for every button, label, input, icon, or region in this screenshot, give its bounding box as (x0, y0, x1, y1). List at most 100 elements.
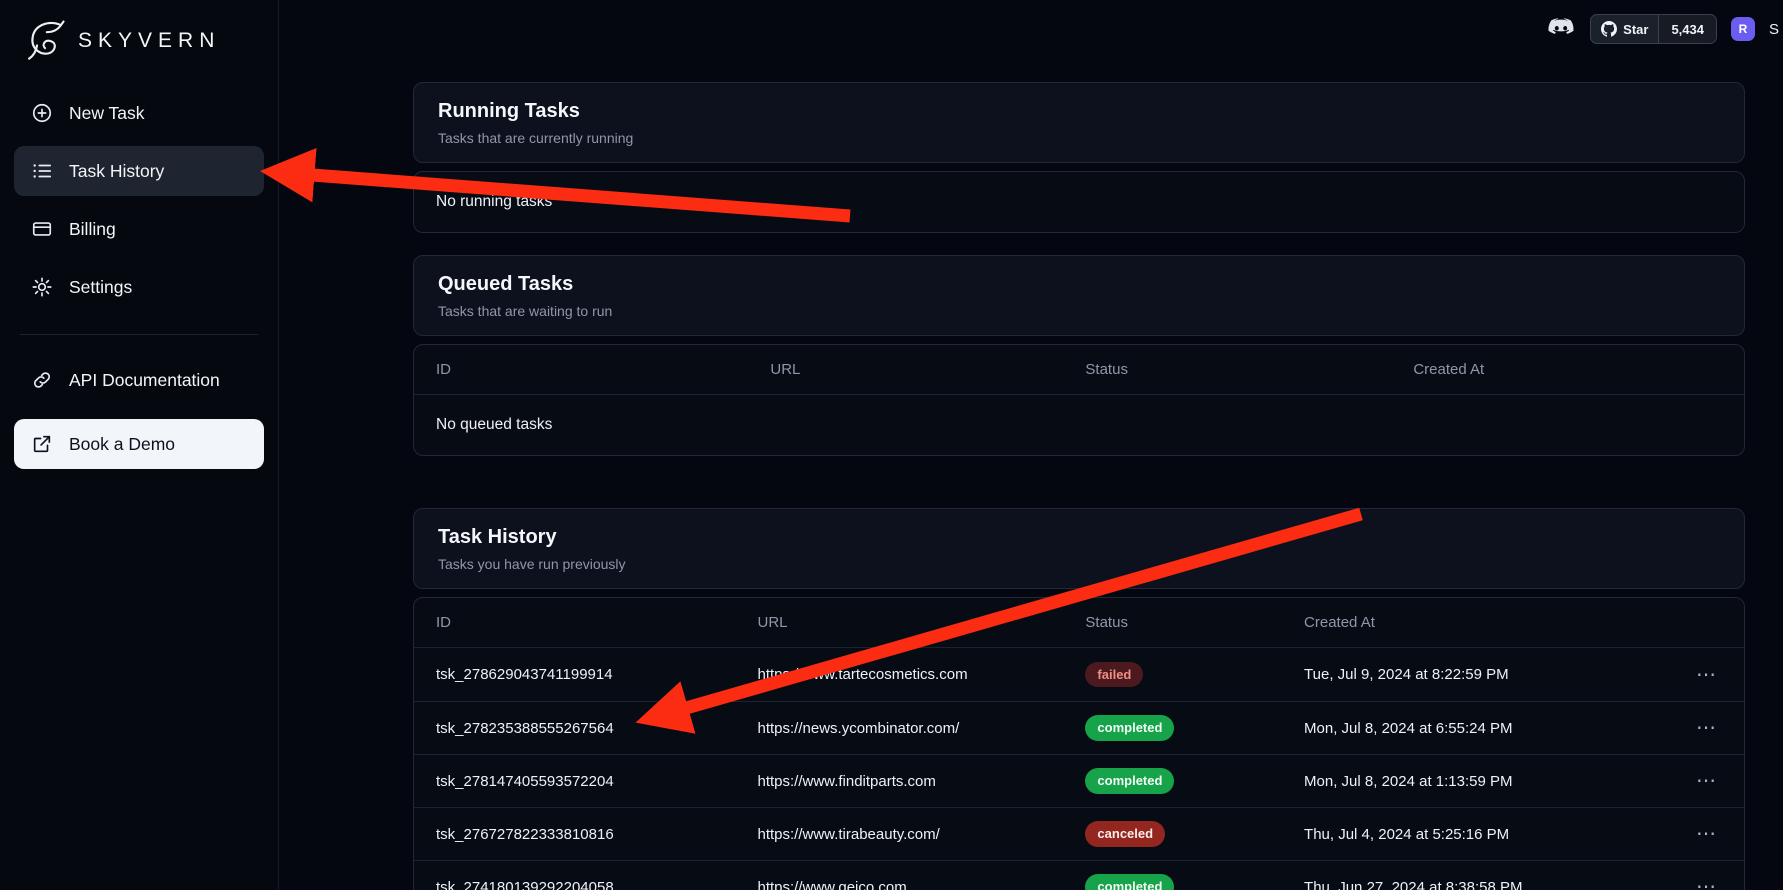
task-actions-cell: ⋯ (1671, 716, 1722, 740)
queued-table-header-row: ID URL Status Created At (414, 345, 1744, 395)
column-header-url: URL (770, 361, 1085, 378)
running-tasks-table: No running tasks (413, 171, 1745, 233)
book-a-demo-label: Book a Demo (69, 434, 175, 455)
sidebar-item-billing[interactable]: Billing (14, 204, 264, 254)
task-status-cell: completed (1085, 874, 1304, 890)
task-url-cell: https://www.tirabeauty.com/ (758, 826, 1086, 843)
sidebar-item-label: Billing (69, 219, 116, 240)
gear-icon (30, 275, 54, 299)
column-header-status: Status (1085, 614, 1304, 631)
task-url-cell: https://news.ycombinator.com/ (758, 720, 1086, 737)
task-url-cell: https://www.geico.com (758, 879, 1086, 890)
task-url-cell: https://www.tartecosmetics.com (758, 666, 1086, 683)
running-tasks-empty: No running tasks (414, 172, 1744, 232)
column-header-created-at: Created At (1304, 614, 1671, 631)
sidebar-item-label: New Task (69, 103, 145, 124)
history-rows: tsk_278629043741199914https://www.tartec… (414, 648, 1744, 890)
section-subtitle: Tasks you have run previously (438, 556, 1720, 572)
task-row[interactable]: tsk_278629043741199914https://www.tartec… (414, 648, 1744, 701)
task-created-cell: Tue, Jul 9, 2024 at 8:22:59 PM (1304, 666, 1671, 683)
queued-tasks-header: Queued Tasks Tasks that are waiting to r… (413, 255, 1745, 336)
github-star-count[interactable]: 5,434 (1658, 15, 1716, 43)
link-icon (30, 368, 54, 392)
task-actions-cell: ⋯ (1671, 822, 1722, 846)
task-created-cell: Thu, Jun 27, 2024 at 8:38:58 PM (1304, 879, 1671, 890)
row-actions-button[interactable]: ⋯ (1690, 875, 1722, 890)
sidebar-item-label: Settings (69, 277, 132, 298)
task-created-cell: Thu, Jul 4, 2024 at 5:25:16 PM (1304, 826, 1671, 843)
sidebar-item-api-documentation[interactable]: API Documentation (14, 355, 264, 405)
github-star-button[interactable]: Star (1591, 15, 1658, 43)
running-tasks-section: Running Tasks Tasks that are currently r… (413, 82, 1745, 233)
external-link-icon (30, 432, 54, 456)
plus-circle-icon (30, 101, 54, 125)
row-actions-button[interactable]: ⋯ (1690, 769, 1722, 793)
status-badge: completed (1085, 715, 1174, 741)
sidebar: SKYVERN New Task Task History (0, 0, 279, 890)
sidebar-divider (20, 334, 258, 335)
column-header-id: ID (436, 614, 758, 631)
section-subtitle: Tasks that are waiting to run (438, 303, 1720, 319)
github-star-label: Star (1623, 22, 1648, 37)
row-actions-button[interactable]: ⋯ (1690, 663, 1722, 687)
status-badge: completed (1085, 768, 1174, 794)
task-row[interactable]: tsk_278235388555267564https://news.ycomb… (414, 701, 1744, 754)
section-title: Queued Tasks (438, 273, 1720, 296)
topbar: Star 5,434 R S (1546, 14, 1783, 44)
column-header-url: URL (758, 614, 1086, 631)
sidebar-item-settings[interactable]: Settings (14, 262, 264, 312)
task-id-cell: tsk_274180139292204058 (436, 879, 758, 890)
credit-card-icon (30, 217, 54, 241)
task-row[interactable]: tsk_278147405593572204https://www.findit… (414, 754, 1744, 807)
task-created-cell: Mon, Jul 8, 2024 at 6:55:24 PM (1304, 720, 1671, 737)
task-url-cell: https://www.finditparts.com (758, 773, 1086, 790)
section-title: Task History (438, 526, 1720, 549)
column-header-status: Status (1085, 361, 1413, 378)
task-status-cell: failed (1085, 662, 1304, 688)
running-tasks-header: Running Tasks Tasks that are currently r… (413, 82, 1745, 163)
row-actions-button[interactable]: ⋯ (1690, 716, 1722, 740)
skyvern-dragon-logo-icon (22, 18, 68, 64)
history-table-header-row: ID URL Status Created At (414, 598, 1744, 648)
app-root: SKYVERN New Task Task History (0, 0, 1783, 890)
task-status-cell: completed (1085, 715, 1304, 741)
sidebar-item-label: Task History (69, 161, 164, 182)
task-id-cell: tsk_276727822333810816 (436, 826, 758, 843)
task-id-cell: tsk_278629043741199914 (436, 666, 758, 683)
task-actions-cell: ⋯ (1671, 663, 1722, 687)
user-avatar-initial: R (1739, 22, 1748, 36)
task-history-table: ID URL Status Created At tsk_27862904374… (413, 597, 1745, 890)
user-name-truncated: S (1769, 21, 1783, 38)
book-a-demo-button[interactable]: Book a Demo (14, 419, 264, 469)
user-avatar[interactable]: R (1731, 17, 1755, 41)
task-status-cell: canceled (1085, 821, 1304, 847)
task-id-cell: tsk_278147405593572204 (436, 773, 758, 790)
task-actions-cell: ⋯ (1671, 875, 1722, 890)
task-status-cell: completed (1085, 768, 1304, 794)
row-actions-button[interactable]: ⋯ (1690, 822, 1722, 846)
section-title: Running Tasks (438, 100, 1720, 123)
sidebar-item-label: API Documentation (69, 370, 220, 391)
queued-tasks-section: Queued Tasks Tasks that are waiting to r… (413, 255, 1745, 456)
task-created-cell: Mon, Jul 8, 2024 at 1:13:59 PM (1304, 773, 1671, 790)
discord-icon[interactable] (1546, 18, 1576, 41)
sidebar-item-new-task[interactable]: New Task (14, 88, 264, 138)
task-id-cell: tsk_278235388555267564 (436, 720, 758, 737)
sidebar-item-task-history[interactable]: Task History (14, 146, 264, 196)
task-row[interactable]: tsk_274180139292204058https://www.geico.… (414, 860, 1744, 890)
brand-name: SKYVERN (78, 29, 220, 53)
column-header-id: ID (436, 361, 770, 378)
queued-tasks-empty: No queued tasks (414, 395, 1744, 455)
main-content: Star 5,434 R S Running Tasks Tasks that … (279, 0, 1783, 890)
status-badge: failed (1085, 662, 1143, 688)
column-header-created-at: Created At (1413, 361, 1722, 378)
skyvern-logo-link[interactable]: SKYVERN (14, 12, 264, 88)
github-icon (1601, 21, 1617, 37)
github-star-widget[interactable]: Star 5,434 (1590, 14, 1717, 44)
task-actions-cell: ⋯ (1671, 769, 1722, 793)
list-icon (30, 159, 54, 183)
task-history-header: Task History Tasks you have run previous… (413, 508, 1745, 589)
task-row[interactable]: tsk_276727822333810816https://www.tirabe… (414, 807, 1744, 860)
queued-tasks-table: ID URL Status Created At No queued tasks (413, 344, 1745, 456)
status-badge: canceled (1085, 821, 1165, 847)
